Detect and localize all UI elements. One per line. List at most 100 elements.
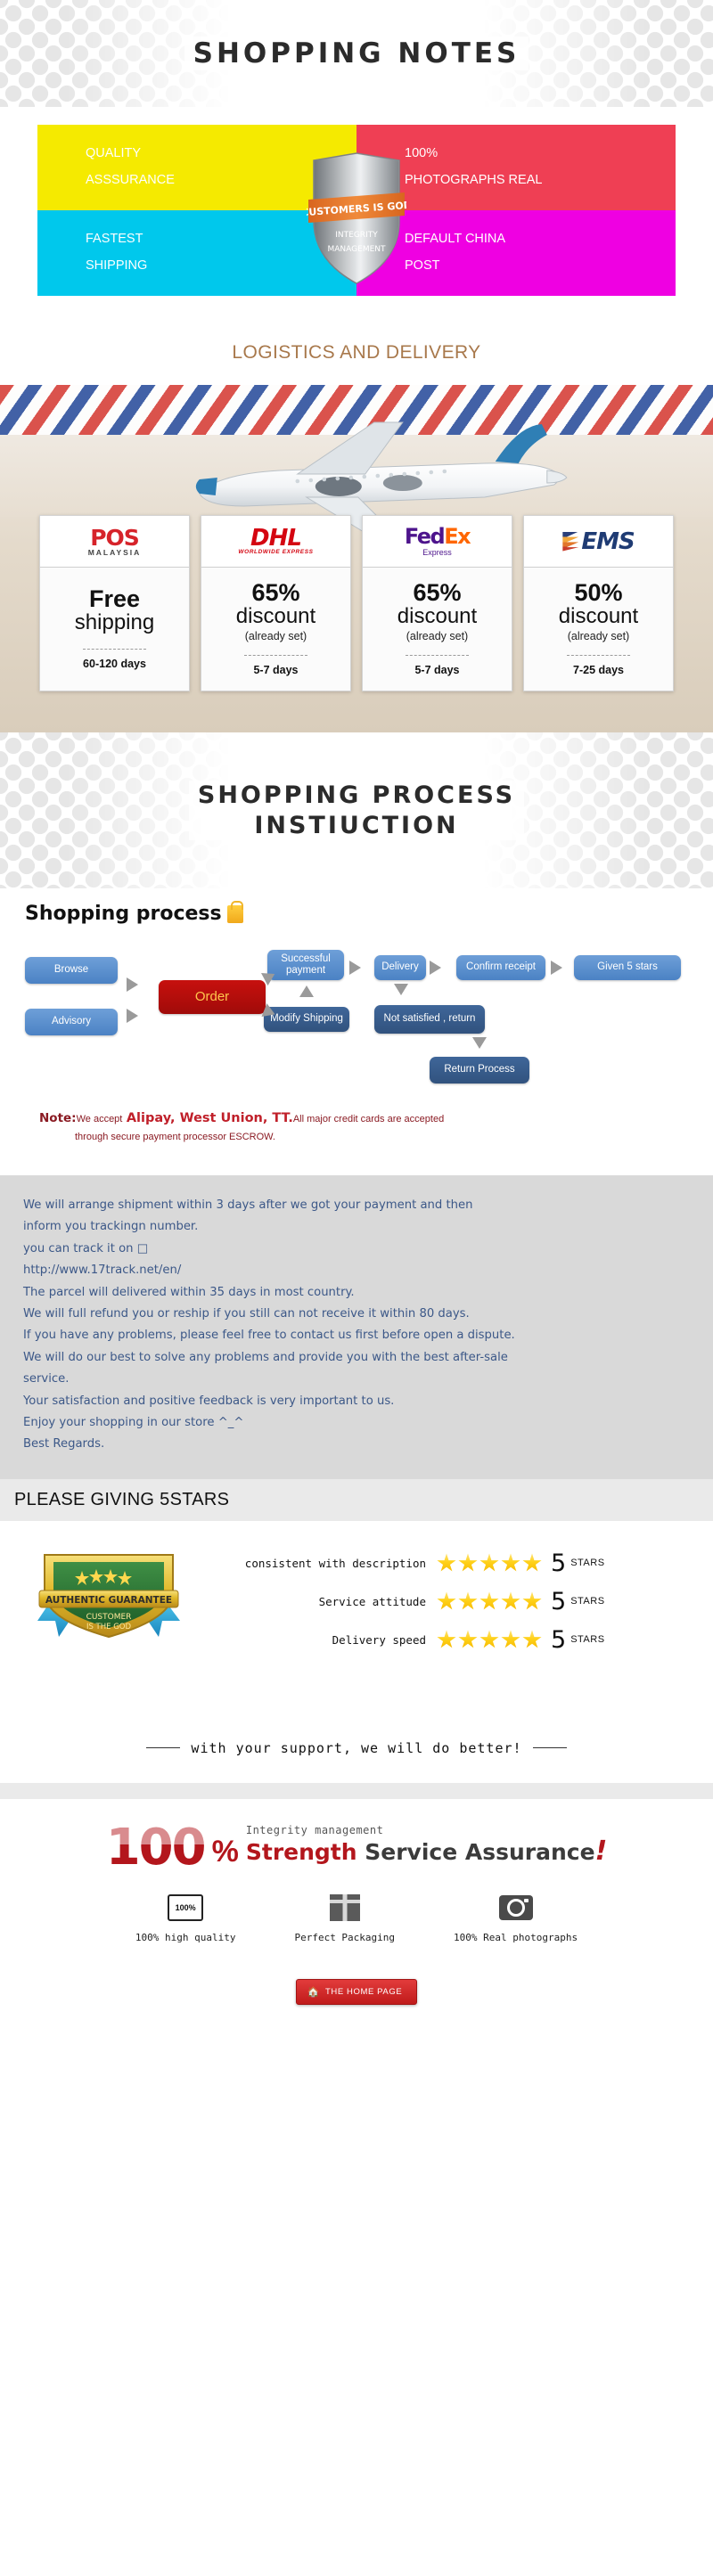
carrier-offer-line1: 65%: [413, 579, 462, 606]
shopping-notes-banner: SHOPPING NOTES: [0, 0, 713, 107]
carrier-divider: [82, 648, 147, 650]
rating-label: consistent with description: [244, 1556, 426, 1570]
flow-arrow-advisory-order: [127, 1009, 138, 1023]
footer-section: 100 % Integrity management Strength Serv…: [0, 1798, 713, 2044]
quality-seal-icon: 100%: [167, 1893, 204, 1923]
quadrant-line1: DEFAULT CHINA: [405, 232, 506, 247]
flow-node-delivery[interactable]: Delivery: [374, 955, 426, 980]
ratings-list: consistent with description 5 STARS Serv…: [203, 1544, 713, 1652]
rating-label: Service attitude: [318, 1594, 426, 1608]
policy-line: If you have any problems, please feel fr…: [23, 1329, 515, 1343]
shopping-process-flowchart: Shopping process Browse Advisory Order S…: [0, 888, 713, 1175]
carrier-offer-line2: discount: [235, 604, 316, 629]
percent-sign: %: [211, 1834, 239, 1869]
policy-line: We will do our best to solve any problem…: [23, 1350, 508, 1364]
flow-node-confirm-receipt[interactable]: Confirm receipt: [456, 955, 545, 980]
star-icon: [458, 1553, 478, 1572]
home-page-button[interactable]: 🏠 THE HOME PAGE: [295, 1978, 418, 2005]
note-label: Note:: [39, 1111, 77, 1125]
flowchart-title-row: Shopping process: [0, 900, 713, 925]
flow-arrow-modify-payment: [299, 985, 314, 997]
rating-row-consistent-with-description: consistent with description 5 STARS: [203, 1551, 713, 1575]
flowchart-canvas: Browse Advisory Order Successful payment…: [0, 937, 713, 1102]
carrier-logo-text-part2: Ex: [444, 524, 471, 549]
star-icon: [522, 1591, 542, 1610]
note-payment-methods: Alipay, West Union, TT.: [126, 1111, 293, 1125]
note-accept-text: We accept: [76, 1114, 123, 1124]
rating-row-service-attitude: Service attitude 5 STARS: [203, 1590, 713, 1614]
tagline-dash-left: [146, 1747, 181, 1749]
quadrant-line2: PHOTOGRAPHS REAL: [405, 173, 543, 187]
ems-mark-icon: [562, 531, 579, 552]
badge-sub1: CUSTOMER: [86, 1613, 132, 1622]
integrity-big-number: 100: [105, 1819, 207, 1877]
badge-title: AUTHENTIC GUARANTEE: [45, 1595, 172, 1606]
shopping-process-banner: SHOPPING PROCESS INSTIUCTION: [0, 732, 713, 888]
quadrant-line1: QUALITY: [86, 146, 142, 161]
process-banner-line1: SHOPPING PROCESS: [197, 781, 516, 809]
carrier-logo-subtext: WORLDWIDE EXPRESS: [238, 549, 314, 556]
star-icon: [479, 1553, 499, 1572]
carrier-divider: [566, 654, 631, 656]
star-run: [437, 1591, 542, 1611]
flow-node-given-5-stars[interactable]: Given 5 stars: [574, 955, 681, 980]
rating-unit: STARS: [570, 1596, 605, 1607]
star-icon: [437, 1553, 456, 1572]
carrier-card-ems[interactable]: EMS 50% discount (already set) 7-25 days: [523, 515, 674, 691]
quadrant-line1: 100%: [405, 146, 438, 161]
policy-line: We will arrange shipment within 3 days a…: [23, 1198, 473, 1212]
carrier-delivery-days: 5-7 days: [414, 663, 460, 676]
carrier-delivery-days: 7-25 days: [573, 663, 624, 676]
carrier-card-fedex[interactable]: FedEx Express 65% discount (already set)…: [362, 515, 512, 691]
rating-unit: STARS: [570, 1634, 605, 1646]
dhl-logo: DHL WORLDWIDE EXPRESS: [201, 516, 350, 568]
please-give-5-stars-heading: PLEASE GIVING 5STARS: [0, 1478, 713, 1521]
policy-line: Best Regards.: [23, 1437, 105, 1452]
flow-arrow-confirm-stars: [551, 961, 562, 975]
payment-note-line1: Note:We accept Alipay, West Union, TT.Al…: [39, 1108, 713, 1130]
trust-badge-packaging: Perfect Packaging: [294, 1893, 395, 1943]
flow-arrow-delivery-notsat: [394, 984, 408, 995]
gift-shape: [329, 1893, 360, 1921]
star-run: [437, 1630, 542, 1649]
quadrant-quality-assurance: QUALITY ASSSURANCE: [37, 125, 356, 210]
carrier-card-pos-malaysia[interactable]: POS MALAYSIA Free shipping 60-120 days: [39, 515, 190, 691]
camera-shape: [498, 1894, 533, 1920]
quadrant-photographs-real: 100% PHOTOGRAPHS REAL: [356, 125, 676, 210]
carrier-offer-line1: 65%: [251, 579, 300, 606]
payment-note: Note:We accept Alipay, West Union, TT.Al…: [0, 1102, 713, 1168]
feature-quadrants: QUALITY ASSSURANCE 100% PHOTOGRAPHS REAL…: [0, 107, 713, 330]
star-icon: [522, 1630, 542, 1648]
flow-node-order[interactable]: Order: [159, 980, 266, 1014]
policy-line: The parcel will delivered within 35 days…: [23, 1285, 355, 1299]
badge-caption: 100% high quality: [135, 1931, 236, 1943]
star-icon: [458, 1591, 478, 1610]
carrier-logo-text-part1: Fed: [404, 524, 446, 549]
carrier-offer-line1: 50%: [574, 579, 623, 606]
fedex-logo: FedEx Express: [363, 516, 512, 568]
carrier-logo-text: DHL: [250, 525, 302, 552]
carrier-card-dhl[interactable]: DHL WORLDWIDE EXPRESS 65% discount (alre…: [201, 515, 351, 691]
star-icon: [501, 1553, 520, 1572]
flow-node-successful-payment[interactable]: Successful payment: [267, 950, 344, 980]
camera-icon: [497, 1893, 535, 1923]
star-icon: [437, 1591, 456, 1610]
flow-node-advisory[interactable]: Advisory: [25, 1009, 118, 1035]
shopping-bag-icon: [226, 900, 243, 923]
quadrant-default-china-post: DEFAULT CHINA POST: [356, 210, 676, 296]
carrier-divider: [405, 654, 470, 656]
flow-node-not-satisfied[interactable]: Not satisfied , return: [374, 1005, 485, 1034]
badge-sub2: IS THE GOD: [86, 1623, 132, 1631]
quadrant-line2: SHIPPING: [86, 258, 148, 273]
carrier-delivery-days: 60-120 days: [83, 657, 146, 670]
flow-node-browse[interactable]: Browse: [25, 957, 118, 984]
policy-tracking-url[interactable]: http://www.17track.net/en/: [23, 1260, 690, 1281]
flowchart-title: Shopping process: [25, 903, 222, 925]
flow-node-modify-shipping[interactable]: Modify Shipping: [264, 1007, 349, 1032]
integrity-strength-text: Strength: [245, 1838, 357, 1865]
carrier-divider: [243, 654, 308, 656]
gift-box-icon: [326, 1893, 364, 1923]
flow-node-return-process[interactable]: Return Process: [430, 1057, 529, 1084]
rating-row-delivery-speed: Delivery speed 5 STARS: [203, 1628, 713, 1652]
policy-line: Your satisfaction and positive feedback …: [23, 1394, 395, 1408]
